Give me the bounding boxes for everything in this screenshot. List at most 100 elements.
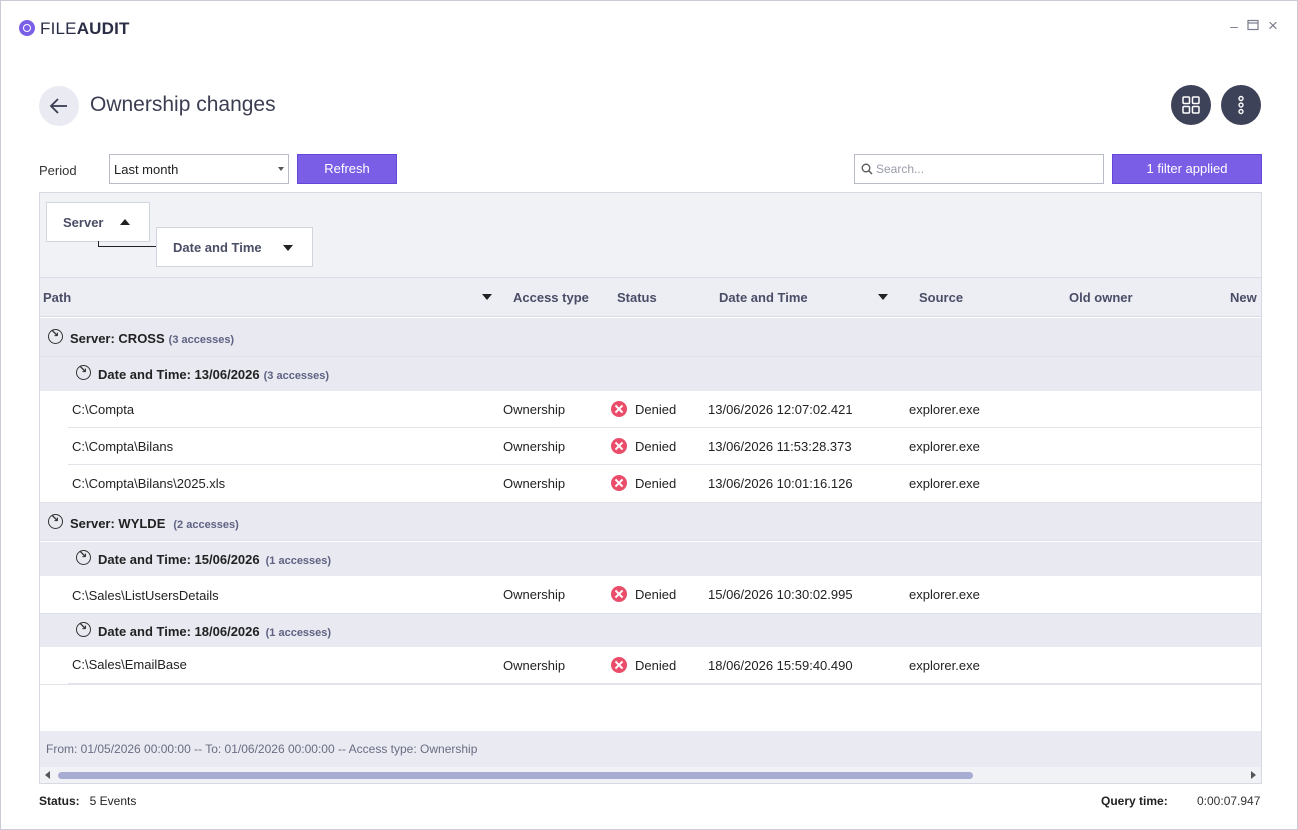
denied-icon (611, 475, 627, 491)
subgroup-title: Date and Time: 18/06/2026 (98, 624, 260, 639)
column-path[interactable]: Path (43, 290, 71, 305)
cell-access-type: Ownership (503, 402, 566, 417)
cell-source: explorer.exe (909, 658, 980, 673)
cell-status: Denied (635, 402, 677, 417)
subgroup-row-date[interactable]: Date and Time: 15/06/2026 (1 accesses) (40, 542, 1261, 576)
close-icon[interactable]: × (1266, 17, 1280, 34)
table-row[interactable]: C:\Compta\Bilans\2025.xls Ownership Deni… (68, 465, 1261, 502)
period-select[interactable]: Last month (109, 154, 289, 184)
collapse-group-icon[interactable] (76, 620, 91, 637)
minimize-icon[interactable]: – (1227, 19, 1241, 33)
status-label: Status: (39, 794, 80, 808)
cell-date-time: 13/06/2026 12:07:02.421 (708, 402, 853, 417)
cell-date-time: 18/06/2026 15:59:40.490 (708, 658, 853, 673)
row-divider (40, 684, 1261, 685)
denied-icon (611, 438, 627, 454)
group-row-server[interactable]: Server: WYLDE (2 accesses) (40, 502, 1261, 541)
collapse-group-icon[interactable] (48, 327, 63, 344)
subgroup-title: Date and Time: 13/06/2026 (98, 367, 260, 382)
column-date-time[interactable]: Date and Time (719, 290, 808, 305)
table-row[interactable]: C:\Compta Ownership Denied 13/06/2026 12… (68, 391, 1261, 428)
scrollbar-thumb[interactable] (58, 772, 973, 779)
collapse-group-icon[interactable] (76, 548, 91, 565)
dashboard-button[interactable] (1171, 85, 1211, 125)
cell-path: C:\Compta\Bilans\2025.xls (72, 476, 226, 491)
group-chip-label: Date and Time (173, 240, 262, 255)
logo-suffix: AUDIT (76, 19, 130, 38)
cell-source: explorer.exe (909, 476, 980, 491)
search-icon (861, 163, 873, 175)
table-row[interactable]: C:\Sales\EmailBase Ownership Denied 18/0… (68, 647, 1261, 684)
search-input[interactable] (876, 160, 1098, 178)
collapse-group-icon[interactable] (48, 512, 63, 529)
scroll-left-icon[interactable] (45, 771, 50, 779)
cell-access-type: Ownership (503, 658, 566, 673)
scroll-right-icon[interactable] (1251, 771, 1256, 779)
filter-summary-bar: From: 01/05/2026 00:00:00 -- To: 01/06/2… (40, 731, 1261, 767)
collapse-group-icon[interactable] (76, 363, 91, 380)
cell-access-type: Ownership (503, 439, 566, 454)
denied-icon (611, 401, 627, 417)
app-logo: FILEAUDIT (40, 19, 130, 39)
period-select-value: Last month (114, 162, 179, 177)
back-button[interactable] (39, 86, 79, 126)
cell-date-time: 15/06/2026 10:30:02.995 (708, 587, 853, 602)
column-header-row: Path Access type Status Date and Time So… (40, 278, 1261, 317)
period-label: Period (39, 163, 77, 178)
group-chip-date-time[interactable]: Date and Time (156, 227, 313, 267)
maximize-icon[interactable] (1246, 19, 1260, 33)
logo-prefix: FILE (40, 19, 77, 38)
subgroup-row-date[interactable]: Date and Time: 13/06/2026(3 accesses) (40, 357, 1261, 391)
group-title: Server: CROSS (70, 331, 165, 346)
refresh-button[interactable]: Refresh (297, 154, 397, 184)
group-count: (3 accesses) (168, 334, 235, 346)
subgroup-label: Date and Time: 13/06/2026 (3 accesses) (98, 367, 329, 382)
more-options-button[interactable] (1221, 85, 1261, 125)
group-chip-label: Server (63, 215, 104, 230)
more-vertical-icon (1238, 95, 1244, 115)
subgroup-row-date[interactable]: Date and Time: 18/06/2026 (1 accesses) (40, 613, 1261, 647)
sort-descending-icon[interactable] (482, 294, 492, 300)
sort-descending-icon (283, 245, 293, 251)
status-bar-left: Status: 5 Events (39, 794, 136, 808)
column-old-owner[interactable]: Old owner (1069, 290, 1133, 305)
cell-source: explorer.exe (909, 439, 980, 454)
sort-descending-icon[interactable] (878, 294, 888, 300)
cell-status: Denied (635, 476, 677, 491)
group-count: (2 accesses) (173, 519, 239, 531)
subgroup-count: (1 accesses) (265, 555, 332, 567)
search-box[interactable] (854, 154, 1104, 184)
horizontal-scrollbar[interactable] (40, 767, 1261, 783)
filter-button[interactable]: 1 filter applied (1112, 154, 1262, 184)
group-by-panel: Server Date and Time (40, 193, 1261, 278)
cell-access-type: Ownership (503, 587, 566, 602)
cell-path: C:\Compta (72, 402, 135, 417)
column-status[interactable]: Status (617, 290, 657, 305)
table-row[interactable]: C:\Compta\Bilans Ownership Denied 13/06/… (68, 428, 1261, 465)
cell-access-type: Ownership (503, 476, 566, 491)
events-grid: Server Date and Time Path Access type St… (39, 192, 1262, 784)
status-value: 5 Events (89, 794, 137, 808)
column-new-owner[interactable]: New (1230, 290, 1257, 305)
query-time-value: 0:00:07.947 (1197, 794, 1261, 808)
group-row-server[interactable]: Server: CROSS(3 accesses) (40, 318, 1261, 357)
query-time-label: Query time: (1101, 794, 1168, 808)
chevron-down-icon (278, 167, 284, 171)
cell-date-time: 13/06/2026 10:01:16.126 (708, 476, 853, 491)
group-chip-server[interactable]: Server (46, 202, 150, 242)
fileaudit-logo-icon (19, 20, 35, 36)
subgroup-title: Date and Time: 15/06/2026 (98, 552, 260, 567)
subgroup-count: (3 accesses) (263, 370, 330, 382)
column-access-type[interactable]: Access type (513, 290, 589, 305)
denied-icon (611, 586, 627, 602)
subgroup-label: Date and Time: 15/06/2026 (1 accesses) (98, 552, 331, 567)
cell-source: explorer.exe (909, 587, 980, 602)
subgroup-count: (1 accesses) (265, 627, 332, 639)
group-connector (98, 241, 156, 247)
cell-source: explorer.exe (909, 402, 980, 417)
table-row[interactable]: C:\Sales\ListUsersDetails Ownership Deni… (68, 576, 1261, 613)
app-window: FILEAUDIT – × Ownership changes Period L… (0, 0, 1298, 830)
grid-icon (1182, 96, 1200, 114)
group-label: Server: WYLDE (2 accesses) (70, 516, 239, 531)
column-source[interactable]: Source (919, 290, 963, 305)
